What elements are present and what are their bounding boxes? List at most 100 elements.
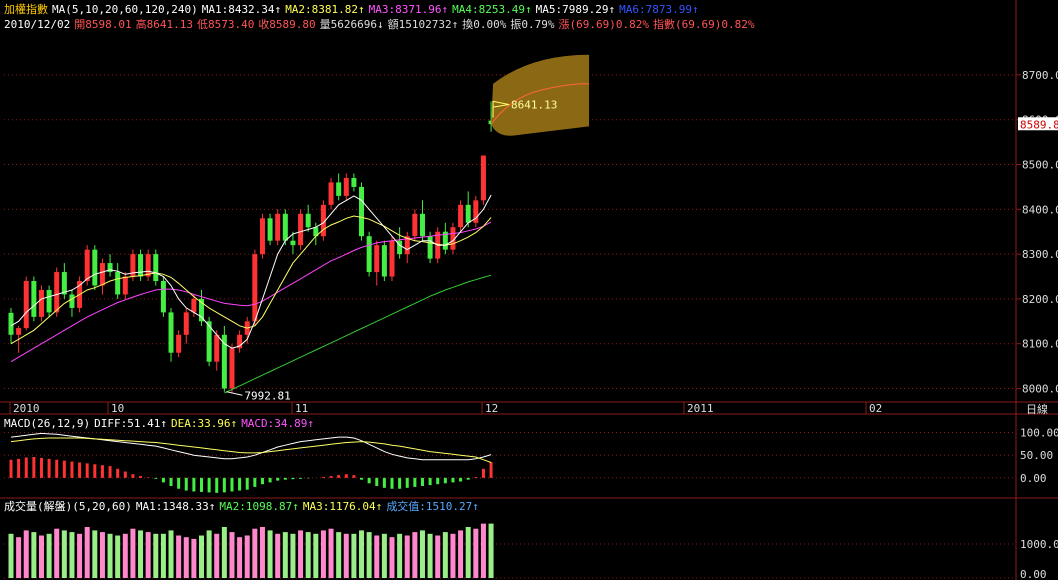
volume-bar xyxy=(23,530,29,578)
time-tick-label: 2010 xyxy=(13,402,40,415)
candle-body xyxy=(389,240,395,277)
candle-body xyxy=(267,218,273,241)
volume-bar xyxy=(77,533,83,578)
volume-bar xyxy=(176,535,182,578)
low-annotation-label: 7992.81 xyxy=(244,389,290,402)
candle-body xyxy=(38,289,44,317)
candle-body xyxy=(221,334,227,389)
volume-bar xyxy=(298,530,304,578)
candle-body xyxy=(336,182,342,196)
volume-bar xyxy=(168,530,174,578)
candle-body xyxy=(54,272,60,313)
candle-body xyxy=(214,334,220,362)
candle-body xyxy=(8,312,14,335)
price-tick-label: 8200.00 xyxy=(1022,293,1058,306)
volume-bar xyxy=(275,533,281,578)
candle-body xyxy=(229,348,235,389)
candle-body xyxy=(138,254,144,277)
candle-body xyxy=(46,289,52,313)
volume-bar xyxy=(305,532,311,578)
volume-bar xyxy=(282,532,288,578)
volume-bar xyxy=(115,535,121,578)
price-tick-label: 8500.00 xyxy=(1022,159,1058,172)
candle-body xyxy=(427,236,433,259)
volume-bar xyxy=(206,530,212,578)
volume-bar xyxy=(122,533,128,578)
volume-bar xyxy=(336,532,342,578)
volume-bar xyxy=(320,530,326,578)
volume-bar xyxy=(343,533,349,578)
time-tick-label: 2011 xyxy=(687,402,714,415)
volume-bar xyxy=(473,528,479,578)
volume-bar xyxy=(191,538,197,578)
time-tick-label: 10 xyxy=(111,402,124,415)
volume-bar xyxy=(229,532,235,578)
candle-body xyxy=(92,249,98,286)
volume-bar xyxy=(366,532,372,578)
volume-bar xyxy=(480,523,486,578)
volume-bar xyxy=(84,527,90,578)
volume-bar xyxy=(259,527,265,578)
volume-bar xyxy=(252,528,258,578)
volume-bar xyxy=(397,533,403,578)
candle-body xyxy=(359,186,365,237)
volume-bar xyxy=(412,532,418,578)
forecast-cloud xyxy=(491,54,590,136)
volume-bar xyxy=(488,523,494,578)
candle-body xyxy=(176,334,182,353)
volume-bar xyxy=(153,533,159,578)
candle-body xyxy=(69,294,75,308)
volume-bar xyxy=(31,532,37,578)
volume-bar xyxy=(442,532,448,578)
volume-bar xyxy=(237,537,243,578)
volume-bar xyxy=(138,530,144,578)
volume-bar xyxy=(61,530,67,578)
volume-bar xyxy=(46,533,52,578)
candle-body xyxy=(252,254,258,322)
volume-bar xyxy=(16,537,22,578)
candle-body xyxy=(168,312,174,353)
volume-bar xyxy=(328,528,334,578)
candle-body xyxy=(16,328,22,335)
volume-bar xyxy=(404,535,410,578)
candle-body xyxy=(328,182,334,205)
volume-bar xyxy=(427,533,433,578)
candle-body xyxy=(366,236,372,273)
candle-body xyxy=(419,213,425,237)
high-annotation-label: 8641.13 xyxy=(511,98,557,111)
volume-bar xyxy=(214,533,220,578)
candle-body xyxy=(99,263,105,286)
price-tick-label: 8100.00 xyxy=(1022,338,1058,351)
time-tick-label: 12 xyxy=(485,402,498,415)
volume-bar xyxy=(267,530,273,578)
candle-body xyxy=(290,240,296,246)
volume-bar xyxy=(92,530,98,578)
volume-bar xyxy=(199,535,204,578)
candle-body xyxy=(115,272,121,295)
current-price-label: 8589.8 xyxy=(1020,118,1058,131)
period-label: 日線 xyxy=(1026,402,1048,416)
time-tick-label: 02 xyxy=(869,402,882,415)
volume-bar xyxy=(374,535,380,578)
candle-body xyxy=(343,177,349,196)
volume-bar xyxy=(38,535,44,578)
volume-bar xyxy=(381,533,387,578)
volume-bar xyxy=(183,537,189,578)
price-tick-label: 8700.00 xyxy=(1022,69,1058,82)
candle-body xyxy=(465,204,471,223)
candle-body xyxy=(84,249,90,282)
volume-tick-label: 0.00 xyxy=(1020,568,1047,580)
candle-body xyxy=(275,213,281,241)
volume-bar xyxy=(54,528,60,578)
volume-bar xyxy=(313,533,319,578)
volume-bar xyxy=(8,533,14,578)
volume-bar xyxy=(435,535,441,578)
candle-body xyxy=(31,281,37,317)
ma5-line xyxy=(10,194,492,349)
volume-bar xyxy=(221,527,227,578)
candle-body xyxy=(381,245,387,277)
stock-chart-canvas[interactable]: 8700.008600.008500.008400.008300.008200.… xyxy=(0,0,1058,580)
candle-body xyxy=(160,281,166,313)
volume-bar xyxy=(290,533,296,578)
candle-body xyxy=(305,213,311,228)
